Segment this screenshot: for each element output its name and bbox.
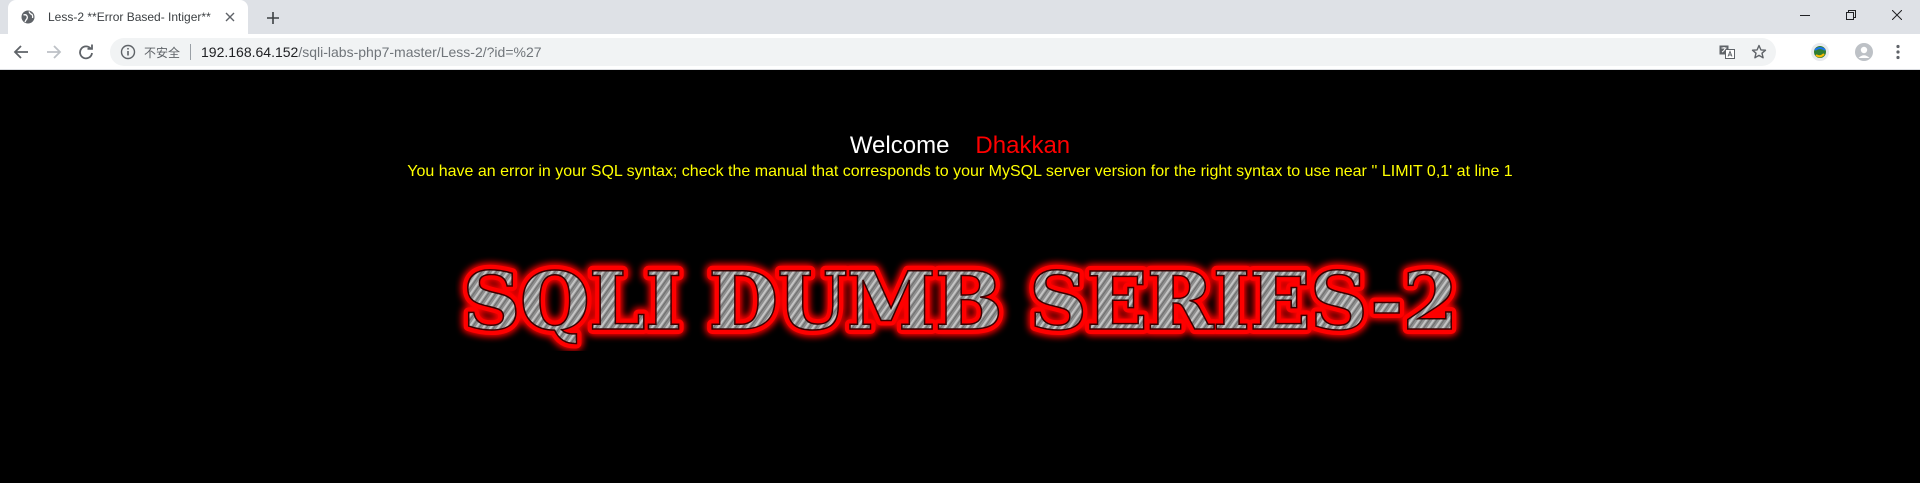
back-icon[interactable] [7,38,35,66]
sql-error-message: You have an error in your SQL syntax; ch… [407,163,1513,180]
forward-icon[interactable] [40,38,68,66]
separator [190,44,192,60]
url-path: /sqli-labs-php7-master/Less-2/?id=%27 [298,44,542,60]
close-icon[interactable] [222,9,238,25]
reload-icon[interactable] [72,38,100,66]
tab-strip: Less-2 **Error Based- Intiger** [0,0,1920,34]
menu-icon[interactable] [1884,38,1912,66]
welcome-text: Welcome [849,132,950,159]
plus-icon[interactable] [261,6,285,30]
address-bar[interactable]: 不安全 192.168.64.152/sqli-labs-php7-master… [110,38,1776,66]
banner-image: SQLI DUMB SERIES-2 SQLI DUMB SERIES-2 [458,249,1464,351]
globe-icon [20,9,36,25]
welcome-line: Welcome Dhakkan [0,132,1920,160]
tab-title: Less-2 **Error Based- Intiger** [48,10,211,24]
star-icon[interactable] [1746,38,1772,66]
url-host: 192.168.64.152 [201,44,299,60]
profile-icon[interactable] [1850,38,1878,66]
banner-title: SQLI DUMB SERIES-2 [463,254,1458,348]
window-close-icon[interactable] [1874,0,1920,30]
info-icon[interactable] [120,44,136,60]
tab-active[interactable]: Less-2 **Error Based- Intiger** [8,0,248,34]
browser-toolbar: 不安全 192.168.64.152/sqli-labs-php7-master… [0,34,1920,70]
minimize-icon[interactable] [1782,0,1828,30]
page-content: Welcome Dhakkan You have an error in your… [0,71,1920,483]
translate-icon[interactable] [1714,38,1740,66]
security-label[interactable]: 不安全 [144,44,180,61]
username: Dhakkan [975,132,1071,159]
restore-icon[interactable] [1828,0,1874,30]
extension-icon[interactable] [1806,38,1834,66]
